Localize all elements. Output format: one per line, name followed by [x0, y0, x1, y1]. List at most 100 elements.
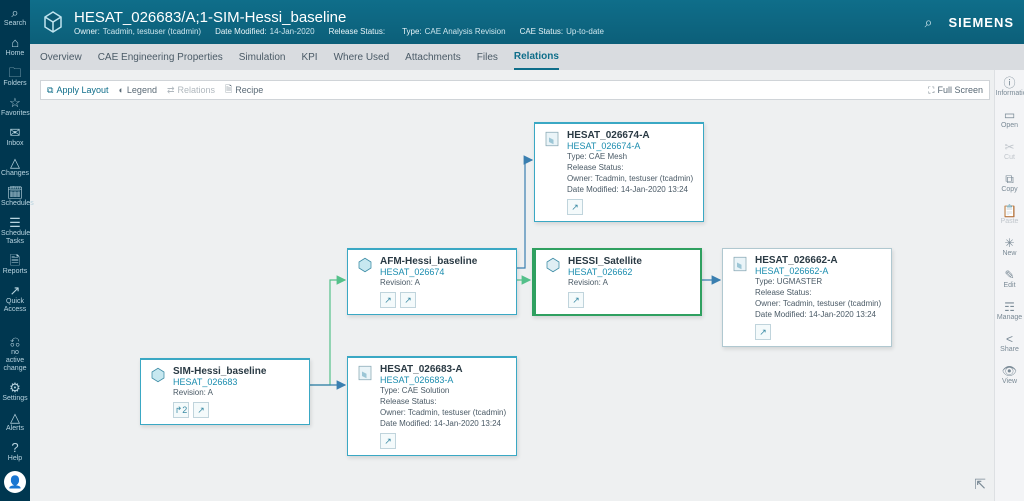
navigate-button[interactable]: ↗	[193, 402, 209, 418]
tab-files[interactable]: Files	[477, 46, 498, 69]
navigate-button[interactable]: ↗	[380, 433, 396, 449]
node-title: HESAT_026662-A	[755, 255, 838, 266]
revision-label: Revision: A	[380, 277, 508, 288]
rs-manage[interactable]: ☶Manage	[996, 300, 1024, 322]
sidebar-no-change[interactable]: ⎌no active change	[1, 335, 29, 373]
sidebar-fab[interactable]: 👤	[4, 471, 26, 493]
navigate-button[interactable]: ↗	[755, 324, 771, 340]
tab-cae-eng-props[interactable]: CAE Engineering Properties	[98, 46, 223, 69]
sidebar-schedules[interactable]: 🗓Schedules	[1, 186, 29, 208]
sidebar-reports[interactable]: 🗎Reports	[1, 254, 29, 276]
tab-where-used[interactable]: Where Used	[334, 46, 390, 69]
owner-label: Owner: Tcadmin, testuser (tcadmin)	[755, 298, 883, 309]
node-hesat-026683-a[interactable]: HESAT_026683-A HESAT_026683-A Type: CAE …	[347, 356, 517, 456]
tab-simulation[interactable]: Simulation	[239, 46, 286, 69]
node-link[interactable]: HESAT_026683	[173, 377, 266, 387]
release-status-label: Release Status:	[380, 396, 508, 407]
cut-icon: ✂	[996, 140, 1024, 154]
owner-label: Owner: Tcadmin, testuser (tcadmin)	[380, 407, 508, 418]
gear-icon: ⚙	[1, 381, 29, 395]
sidebar-changes[interactable]: △Changes	[1, 156, 29, 178]
node-hesat-026674-a[interactable]: HESAT_026674-A HESAT_026674-A Type: CAE …	[534, 122, 704, 222]
rs-paste[interactable]: 📋Paste	[996, 204, 1024, 226]
dataset-icon	[731, 255, 749, 273]
link-icon: ↗	[1, 284, 29, 298]
node-title: HESAT_026674-A	[567, 130, 650, 141]
folder-icon: 🗀	[1, 66, 29, 80]
navigate-button[interactable]: ↗	[567, 199, 583, 215]
report-icon: 🗎	[1, 254, 29, 268]
legend-icon: ◐	[118, 85, 123, 95]
expand-count-button[interactable]: ↱2	[173, 402, 189, 418]
rs-edit[interactable]: ✎Edit	[996, 268, 1024, 290]
date-label: Date Modified: 14-Jan-2020 13:24	[567, 184, 695, 195]
sidebar-home[interactable]: ⌂Home	[1, 36, 29, 58]
apply-layout-button[interactable]: ⧉Apply Layout	[47, 85, 108, 96]
rs-view[interactable]: 👁View	[996, 364, 1024, 386]
relations-toolbar: ⧉Apply Layout ◐Legend ⇄Relations 🗎Recipe…	[40, 80, 990, 100]
view-icon: 👁	[996, 364, 1024, 378]
sidebar-folders[interactable]: 🗀Folders	[1, 66, 29, 88]
navigate-button[interactable]: ↗	[568, 292, 584, 308]
right-sidebar: ⓘInformation ▭Open ✂Cut ⧉Copy 📋Paste ✳Ne…	[994, 70, 1024, 501]
rs-new[interactable]: ✳New	[996, 236, 1024, 258]
node-link[interactable]: HESAT_026683-A	[380, 375, 463, 385]
nochange-icon: ⎌	[1, 335, 29, 349]
copy-icon: ⧉	[996, 172, 1024, 186]
sidebar-settings[interactable]: ⚙Settings	[1, 381, 29, 403]
item-icon	[544, 256, 562, 274]
type-label: Type: UGMASTER	[755, 276, 883, 287]
rs-open[interactable]: ▭Open	[996, 108, 1024, 130]
search-icon: ⌕	[1, 6, 29, 20]
tab-relations[interactable]: Relations	[514, 45, 559, 70]
legend-button[interactable]: ◐Legend	[118, 85, 156, 95]
edit-icon: ✎	[996, 268, 1024, 282]
manage-icon: ☶	[996, 300, 1024, 314]
release-status-label: Release Status:	[755, 287, 883, 298]
tasks-icon: ☰	[1, 216, 29, 230]
back-to-top-button[interactable]: ⇱	[974, 476, 986, 493]
star-icon: ☆	[1, 96, 29, 110]
node-link[interactable]: HESAT_026674	[380, 267, 477, 277]
rs-cut[interactable]: ✂Cut	[996, 140, 1024, 162]
tab-kpi[interactable]: KPI	[301, 46, 317, 69]
node-hesat-026662-a[interactable]: HESAT_026662-A HESAT_026662-A Type: UGMA…	[722, 248, 892, 347]
node-sim-hessi-baseline[interactable]: SIM-Hessi_baseline HESAT_026683 Revision…	[140, 358, 310, 425]
node-link[interactable]: HESAT_026662	[568, 267, 642, 277]
node-link[interactable]: HESAT_026662-A	[755, 266, 838, 276]
info-icon: ⓘ	[996, 76, 1024, 90]
sidebar-inbox[interactable]: ✉Inbox	[1, 126, 29, 148]
sidebar-search[interactable]: ⌕Search	[1, 6, 29, 28]
tab-attachments[interactable]: Attachments	[405, 46, 461, 69]
node-title: SIM-Hessi_baseline	[173, 366, 266, 377]
navigate-button[interactable]: ↗	[380, 292, 396, 308]
sidebar-help[interactable]: ?Help	[1, 441, 29, 463]
rs-share[interactable]: <Share	[996, 332, 1024, 354]
navigate-button-2[interactable]: ↗	[400, 292, 416, 308]
relations-canvas[interactable]: SIM-Hessi_baseline HESAT_026683 Revision…	[30, 100, 994, 501]
node-title: HESAT_026683-A	[380, 364, 463, 375]
sidebar-alerts[interactable]: △Alerts	[1, 411, 29, 433]
sidebar-favorites[interactable]: ☆Favorites	[1, 96, 29, 118]
fullscreen-button[interactable]: ⛶Full Screen	[928, 85, 983, 96]
home-icon: ⌂	[1, 36, 29, 50]
fullscreen-icon: ⛶	[928, 85, 934, 96]
header-search-button[interactable]: ⌕	[925, 14, 933, 31]
node-link[interactable]: HESAT_026674-A	[567, 141, 650, 151]
type-label: Type: CAE Solution	[380, 385, 508, 396]
node-hessi-satellite[interactable]: HESSI_Satellite HESAT_026662 Revision: A…	[532, 248, 702, 316]
cae-model-icon	[356, 256, 374, 274]
relations-button[interactable]: ⇄Relations	[167, 85, 215, 96]
tab-overview[interactable]: Overview	[40, 46, 82, 69]
recipe-button[interactable]: 🗎Recipe	[225, 82, 263, 98]
rs-copy[interactable]: ⧉Copy	[996, 172, 1024, 194]
date-label: Date Modified: 14-Jan-2020 13:24	[380, 418, 508, 429]
connect-icon: ⇄	[167, 85, 175, 96]
recipe-icon: 🗎	[225, 82, 232, 98]
share-icon: <	[996, 332, 1024, 346]
sidebar-quick-access[interactable]: ↗Quick Access	[1, 284, 29, 314]
node-afm-hessi-baseline[interactable]: AFM-Hessi_baseline HESAT_026674 Revision…	[347, 248, 517, 315]
sidebar-schedule-tasks[interactable]: ☰Schedule Tasks	[1, 216, 29, 246]
rs-information[interactable]: ⓘInformation	[996, 76, 1024, 98]
header: HESAT_026683/A;1-SIM-Hessi_baseline Owne…	[30, 0, 1024, 44]
